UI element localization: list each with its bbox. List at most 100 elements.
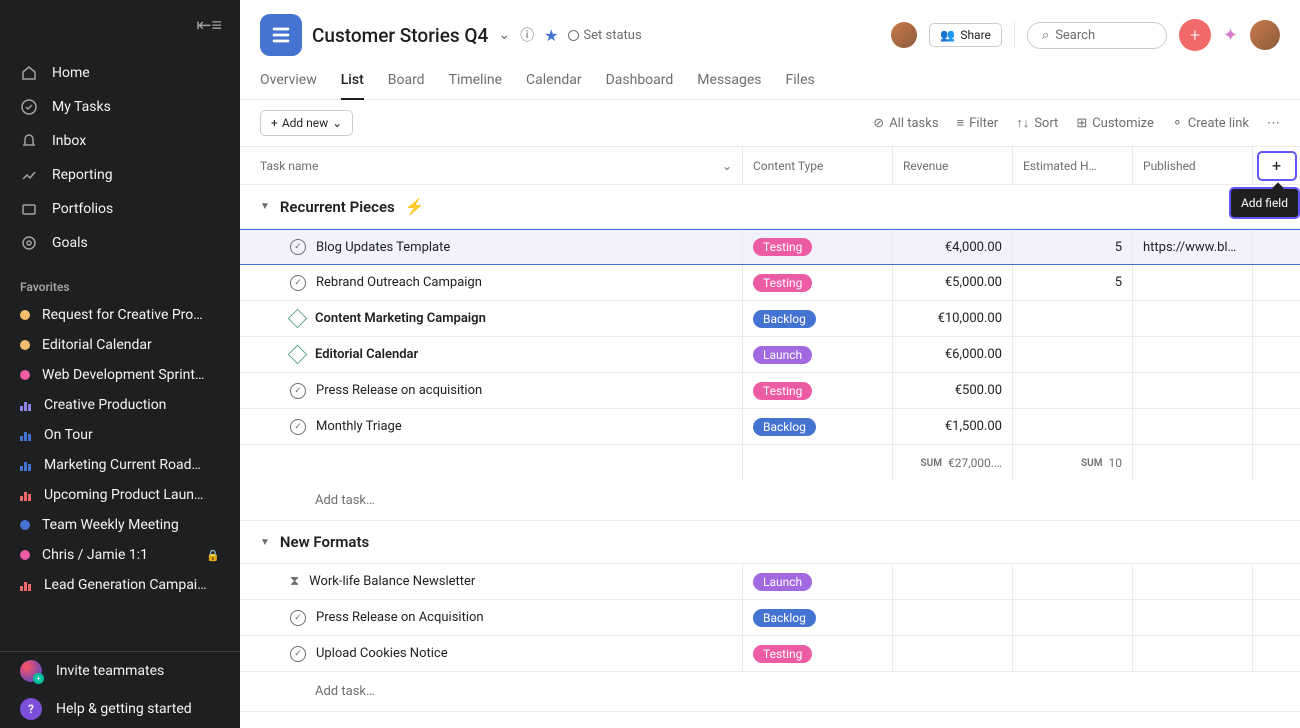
cell-estimated[interactable]: 5: [1012, 230, 1132, 264]
cell-published[interactable]: [1132, 636, 1252, 671]
star-icon[interactable]: ★: [544, 26, 558, 45]
cell-revenue[interactable]: €5,000.00: [892, 265, 1012, 300]
favorite-item[interactable]: Editorial Calendar: [0, 330, 240, 360]
tab-calendar[interactable]: Calendar: [526, 66, 582, 99]
sort-button[interactable]: ↑↓Sort: [1016, 115, 1058, 131]
tab-list[interactable]: List: [341, 66, 364, 100]
column-estimated[interactable]: Estimated H…: [1012, 147, 1132, 184]
complete-task-icon[interactable]: ✓: [290, 275, 306, 291]
cell-content-type[interactable]: Launch: [742, 337, 892, 372]
cell-revenue[interactable]: €1,500.00: [892, 409, 1012, 444]
favorite-item[interactable]: Web Development Sprint…: [0, 360, 240, 390]
cell-content-type[interactable]: Backlog: [742, 600, 892, 635]
set-status-button[interactable]: Set status: [568, 28, 641, 43]
cell-estimated[interactable]: [1012, 564, 1132, 599]
cell-content-type[interactable]: Backlog: [742, 409, 892, 444]
cell-content-type[interactable]: Testing: [742, 636, 892, 671]
cell-revenue[interactable]: €4,000.00: [892, 230, 1012, 264]
sidebar-collapse-icon[interactable]: ⇤≡: [196, 15, 222, 36]
tab-messages[interactable]: Messages: [697, 66, 761, 99]
complete-task-icon[interactable]: ✓: [290, 646, 306, 662]
more-options-button[interactable]: ⋯: [1267, 116, 1280, 131]
cell-revenue[interactable]: €500.00: [892, 373, 1012, 408]
cell-estimated[interactable]: [1012, 337, 1132, 372]
favorite-item[interactable]: Request for Creative Pro…: [0, 300, 240, 330]
help-getting-started[interactable]: ? Help & getting started: [0, 690, 240, 728]
section-header[interactable]: ▼New Formats: [240, 521, 1300, 564]
cell-revenue[interactable]: €10,000.00: [892, 301, 1012, 336]
task-row[interactable]: ✓Blog Updates TemplateTesting€4,000.005h…: [240, 229, 1300, 265]
add-field-button[interactable]: +: [1257, 151, 1297, 181]
cell-published[interactable]: [1132, 301, 1252, 336]
add-task-button[interactable]: Add task…: [240, 672, 1300, 712]
cell-published[interactable]: [1132, 600, 1252, 635]
customize-button[interactable]: ⊞Customize: [1076, 116, 1154, 131]
tab-timeline[interactable]: Timeline: [449, 66, 502, 99]
member-avatar[interactable]: [891, 22, 917, 48]
cell-estimated[interactable]: 5: [1012, 265, 1132, 300]
cell-content-type[interactable]: Testing: [742, 230, 892, 264]
project-icon[interactable]: [260, 14, 302, 56]
invite-teammates[interactable]: + Invite teammates: [0, 652, 240, 690]
favorite-item[interactable]: Chris / Jamie 1:1🔒: [0, 540, 240, 570]
rules-bolt-icon[interactable]: ⚡: [405, 197, 425, 216]
global-add-button[interactable]: +: [1179, 19, 1211, 51]
nav-portfolios[interactable]: Portfolios: [0, 192, 240, 226]
tab-dashboard[interactable]: Dashboard: [606, 66, 674, 99]
nav-inbox[interactable]: Inbox: [0, 124, 240, 158]
cell-estimated[interactable]: [1012, 636, 1132, 671]
task-row[interactable]: ✓Press Release on acquisitionTesting€500…: [240, 373, 1300, 409]
search-input[interactable]: ⌕ Search: [1027, 22, 1167, 49]
cell-published[interactable]: https://www.blo…: [1132, 230, 1252, 264]
task-row[interactable]: ✓Rebrand Outreach CampaignTesting€5,000.…: [240, 265, 1300, 301]
cell-estimated[interactable]: [1012, 600, 1132, 635]
task-row[interactable]: ✓Upload Cookies NoticeTesting: [240, 636, 1300, 672]
milestone-icon[interactable]: [288, 309, 308, 329]
cell-estimated[interactable]: [1012, 301, 1132, 336]
favorite-item[interactable]: On Tour: [0, 420, 240, 450]
nav-my-tasks[interactable]: My Tasks: [0, 90, 240, 124]
favorite-item[interactable]: Lead Generation Campai…: [0, 570, 240, 600]
column-task-name[interactable]: Task name⌄: [240, 159, 742, 173]
favorite-item[interactable]: Team Weekly Meeting: [0, 510, 240, 540]
chevron-down-icon[interactable]: ⌄: [722, 159, 732, 173]
cell-estimated[interactable]: [1012, 409, 1132, 444]
cell-content-type[interactable]: Testing: [742, 373, 892, 408]
cell-published[interactable]: [1132, 373, 1252, 408]
celebration-icon[interactable]: ✦: [1223, 25, 1238, 46]
complete-task-icon[interactable]: ✓: [290, 610, 306, 626]
column-content-type[interactable]: Content Type: [742, 147, 892, 184]
favorite-item[interactable]: Marketing Current Road…: [0, 450, 240, 480]
cell-revenue[interactable]: [892, 600, 1012, 635]
cell-revenue[interactable]: €6,000.00: [892, 337, 1012, 372]
cell-published[interactable]: [1132, 564, 1252, 599]
task-row[interactable]: Editorial CalendarLaunch€6,000.00: [240, 337, 1300, 373]
cell-content-type[interactable]: Testing: [742, 265, 892, 300]
task-row[interactable]: ✓Monthly TriageBacklog€1,500.00: [240, 409, 1300, 445]
column-published[interactable]: Published: [1132, 147, 1252, 184]
nav-reporting[interactable]: Reporting: [0, 158, 240, 192]
favorite-item[interactable]: Upcoming Product Laun…: [0, 480, 240, 510]
create-link-button[interactable]: ⚬Create link: [1172, 116, 1249, 131]
cell-published[interactable]: [1132, 265, 1252, 300]
section-caret-icon[interactable]: ▼: [260, 201, 270, 212]
cell-content-type[interactable]: Backlog: [742, 301, 892, 336]
add-new-button[interactable]: + Add new ⌄: [260, 110, 353, 136]
cell-revenue[interactable]: [892, 636, 1012, 671]
tab-files[interactable]: Files: [786, 66, 815, 99]
chevron-down-icon[interactable]: ⌄: [498, 27, 510, 43]
milestone-icon[interactable]: [288, 345, 308, 365]
task-row[interactable]: ✓Press Release on AcquisitionBacklog: [240, 600, 1300, 636]
section-caret-icon[interactable]: ▼: [260, 537, 270, 548]
task-row[interactable]: ⧗Work-life Balance NewsletterLaunch: [240, 564, 1300, 600]
cell-estimated[interactable]: [1012, 373, 1132, 408]
complete-task-icon[interactable]: ✓: [290, 383, 306, 399]
all-tasks-filter[interactable]: ⊘All tasks: [873, 116, 938, 131]
column-revenue[interactable]: Revenue: [892, 147, 1012, 184]
complete-task-icon[interactable]: ✓: [290, 239, 306, 255]
share-button[interactable]: 👥 Share: [929, 23, 1002, 47]
task-row[interactable]: Content Marketing CampaignBacklog€10,000…: [240, 301, 1300, 337]
tab-board[interactable]: Board: [388, 66, 425, 99]
cell-published[interactable]: [1132, 409, 1252, 444]
cell-revenue[interactable]: [892, 564, 1012, 599]
